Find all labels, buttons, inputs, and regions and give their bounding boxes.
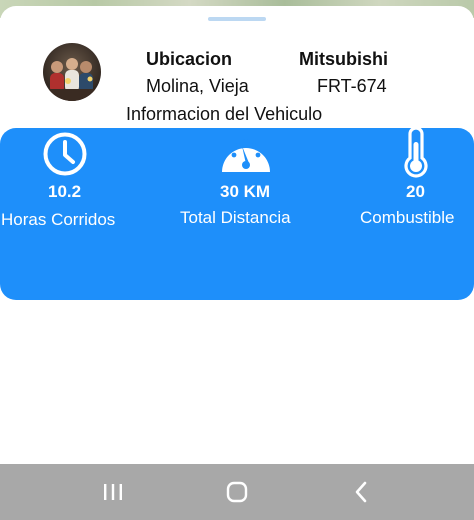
recent-apps-icon [104, 484, 122, 500]
back-button[interactable] [331, 464, 391, 520]
avatar[interactable] [43, 43, 101, 101]
stat-hours-value: 10.2 [48, 182, 82, 201]
stat-fuel-label: Combustible [360, 208, 455, 227]
clock-icon [43, 132, 87, 176]
vehicle-plate: FRT-674 [317, 76, 387, 96]
vehicle-info-card: 10.2 Horas Corridos 30 KM Total Distanci… [0, 128, 474, 300]
avatar-photo [43, 43, 101, 101]
drag-handle[interactable] [208, 17, 266, 21]
home-button[interactable] [207, 464, 267, 520]
location-value: Molina, Vieja [146, 76, 249, 96]
stat-distance-value: 30 KM [220, 182, 271, 201]
recent-apps-button[interactable] [83, 464, 143, 520]
back-icon [355, 481, 367, 503]
location-title: Ubicacion [146, 49, 233, 69]
thermometer-icon [404, 128, 428, 178]
speedometer-icon [222, 138, 270, 172]
stat-hours-label: Horas Corridos [1, 210, 116, 229]
system-nav-bar [0, 464, 474, 520]
home-icon [226, 481, 248, 503]
stat-fuel-value: 20 [406, 182, 425, 201]
vehicle-brand: Mitsubishi [299, 49, 388, 69]
section-title: Informacion del Vehiculo [126, 104, 323, 124]
stat-distance-label: Total Distancia [180, 208, 291, 227]
